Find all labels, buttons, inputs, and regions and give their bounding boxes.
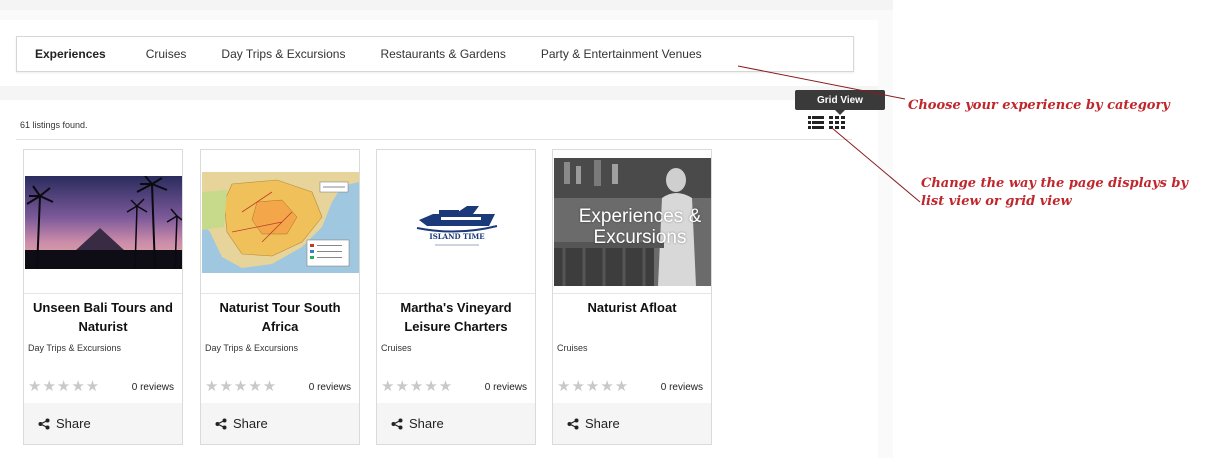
share-button[interactable]: Share [201,403,359,444]
section-separator [0,86,878,100]
rating-stars: ★★★★★ [557,378,630,395]
listing-card[interactable]: ISLAND TIME Martha's Vineyard Leisure Ch… [376,149,536,445]
tab-cruises[interactable]: Cruises [146,47,187,61]
listing-card[interactable]: Unseen Bali Tours and Naturist Day Trips… [23,149,183,445]
island-time-boat-logo: ISLAND TIME [416,206,498,246]
share-button[interactable]: Share [553,403,711,444]
listing-image[interactable]: ISLAND TIME [377,150,535,294]
listing-image[interactable] [24,150,182,294]
bali-sunset-photo [25,176,182,269]
listing-category: Cruises [381,343,412,353]
share-label: Share [56,416,91,431]
list-view-icon [808,116,824,129]
listing-count: 61 listings found. [20,120,88,130]
share-label: Share [233,416,268,431]
list-view-button[interactable] [808,116,824,130]
image-overlay-text: Experiences & Excursions [578,206,702,248]
share-label: Share [585,416,620,431]
tab-experiences[interactable]: Experiences [35,47,106,61]
category-annotation: Choose your experience by category [908,98,1170,113]
review-count: 0 reviews [660,382,703,393]
listing-image[interactable] [201,150,359,294]
tab-party-venues[interactable]: Party & Entertainment Venues [541,47,702,61]
category-tabs: Experiences Cruises Day Trips & Excursio… [16,36,854,72]
listing-category: Day Trips & Excursions [205,343,299,353]
south-africa-map [202,172,359,273]
divider [16,139,852,140]
listing-card[interactable]: Naturist Tour South Africa Day Trips & E… [200,149,360,445]
listing-title[interactable]: Martha's Vineyard Leisure Charters [381,298,531,336]
top-strip [0,0,893,10]
review-count: 0 reviews [131,382,174,393]
listing-card[interactable]: Experiences & Excursions Naturist Afloat… [552,149,712,445]
review-count: 0 reviews [484,382,527,393]
listing-title[interactable]: Naturist Tour South Africa [205,298,355,336]
share-icon [215,418,227,429]
grid-view-tooltip: Grid View [795,90,885,115]
share-icon [391,418,403,429]
grid-view-button[interactable] [829,116,845,130]
view-annotation: Change the way the page displays by list… [921,176,1189,209]
share-button[interactable]: Share [377,403,535,444]
listing-title[interactable]: Naturist Afloat [557,298,707,317]
rating-stars: ★★★★★ [28,378,101,395]
listing-image[interactable]: Experiences & Excursions [553,150,711,294]
share-icon [38,418,50,429]
share-label: Share [409,416,444,431]
listing-title[interactable]: Unseen Bali Tours and Naturist [28,298,178,336]
rating-stars: ★★★★★ [381,378,454,395]
tab-day-trips[interactable]: Day Trips & Excursions [221,47,345,61]
tab-restaurants[interactable]: Restaurants & Gardens [380,47,505,61]
boat-logo-text: ISLAND TIME [429,232,484,241]
share-icon [567,418,579,429]
listing-category: Day Trips & Excursions [28,343,122,353]
rating-stars: ★★★★★ [205,378,278,395]
review-count: 0 reviews [308,382,351,393]
listing-category: Cruises [557,343,588,353]
grid-view-icon [829,116,845,129]
share-button[interactable]: Share [24,403,182,444]
